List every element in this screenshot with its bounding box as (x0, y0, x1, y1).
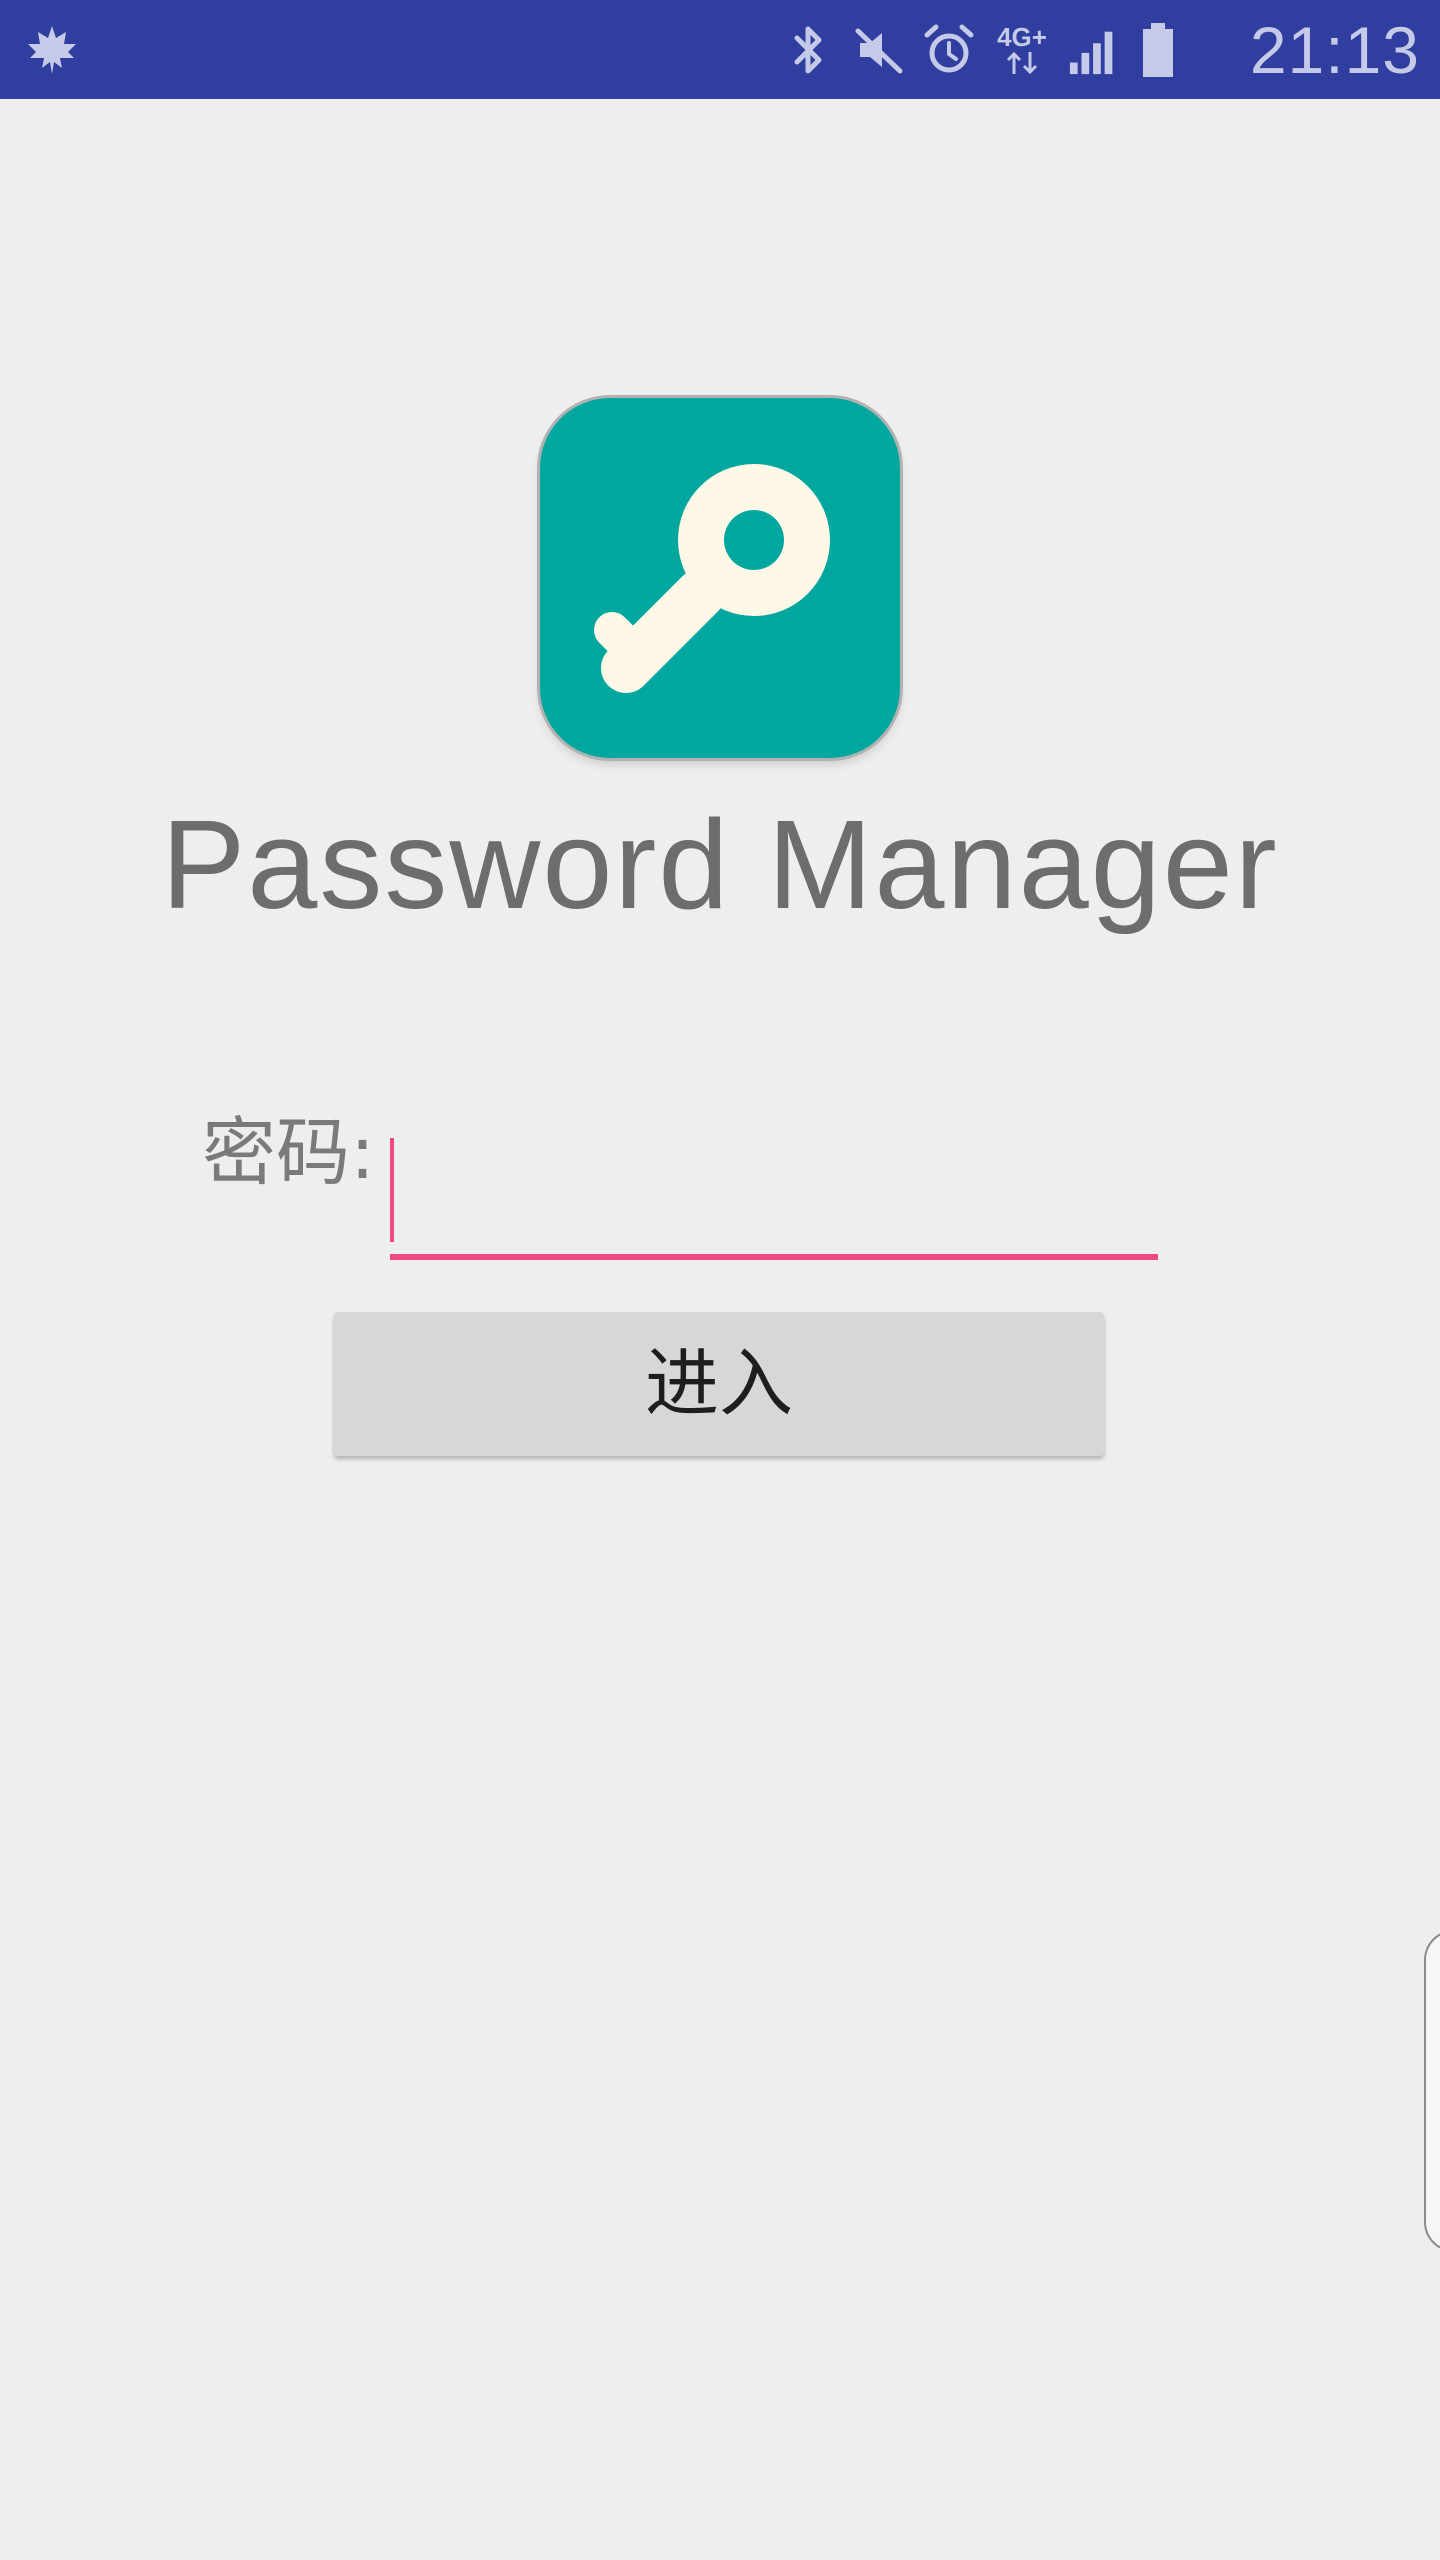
password-input[interactable] (390, 1130, 1158, 1260)
network-4g-icon: 4G+ (992, 20, 1052, 80)
edge-panel-handle[interactable] (1424, 1930, 1440, 2252)
status-bar: 4G+ 21:13 (0, 0, 1440, 99)
enter-button[interactable]: 进入 (334, 1312, 1104, 1456)
bluetooth-icon (782, 20, 836, 80)
signal-icon (1068, 20, 1122, 80)
mute-icon (852, 20, 906, 80)
screen: 4G+ 21:13 Password Manager 密码: 进入 (0, 0, 1440, 2560)
key-icon (594, 464, 830, 693)
text-cursor (390, 1138, 394, 1242)
app-icon (540, 398, 900, 758)
battery-icon (1138, 20, 1178, 80)
app-title: Password Manager (161, 794, 1279, 935)
network-type-label: 4G+ (997, 22, 1047, 52)
alarm-icon (922, 20, 976, 80)
status-icons: 4G+ (782, 20, 1178, 80)
password-label: 密码: (202, 1110, 375, 1196)
status-time: 21:13 (1249, 13, 1420, 87)
leaf-icon (28, 26, 76, 74)
